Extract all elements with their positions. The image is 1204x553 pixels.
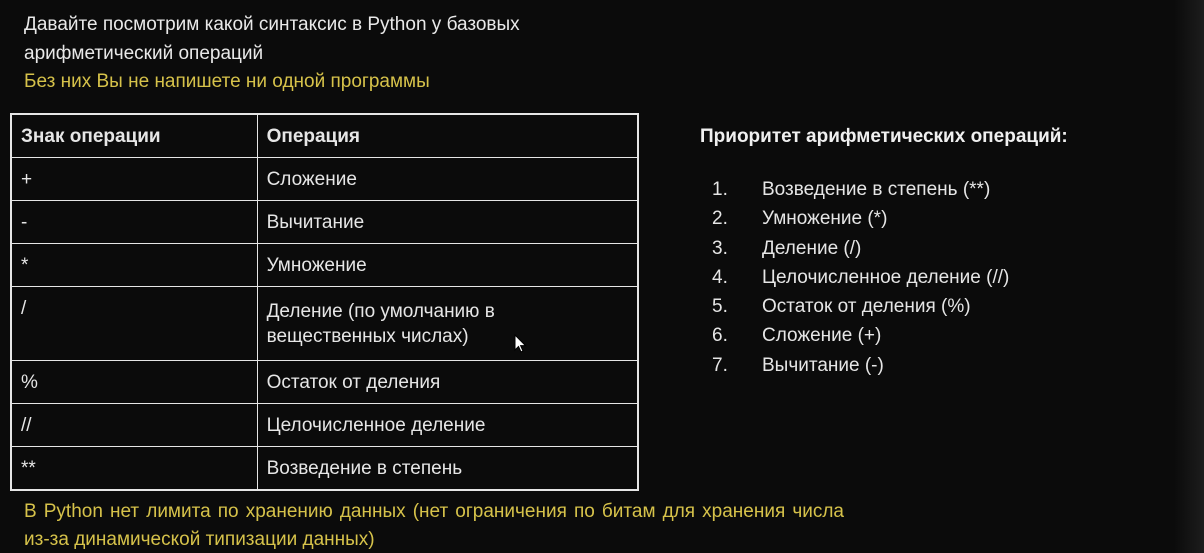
list-item-number: 2. — [712, 208, 728, 230]
list-item-label: Вычитание (-) — [762, 354, 884, 376]
mouse-pointer-icon — [514, 334, 527, 353]
operations-table: Знак операции Операция + Сложение - Вычи… — [10, 113, 639, 491]
list-item-number: 3. — [712, 237, 728, 259]
table-cell-sign: + — [10, 157, 258, 201]
list-item-number: 7. — [712, 354, 728, 376]
table-cell-sign: / — [10, 286, 258, 361]
table-row: * Умножение — [10, 243, 639, 287]
table-cell-sign: // — [10, 403, 258, 447]
list-item-label: Целочисленное деление (//) — [762, 266, 1010, 288]
list-item-number: 4. — [712, 266, 728, 288]
list-item: 2. Умножение (*) — [712, 204, 1009, 233]
list-item: 6. Сложение (+) — [712, 321, 1009, 350]
edge-shade — [1174, 0, 1204, 553]
table-row: % Остаток от деления — [10, 360, 639, 404]
table-cell-operation: Возведение в степень — [256, 446, 639, 491]
list-item-number: 5. — [712, 296, 728, 318]
table-cell-operation: Сложение — [256, 157, 639, 201]
list-item-label: Умножение (*) — [762, 208, 888, 230]
table-cell-sign: * — [10, 243, 258, 287]
slide: Давайте посмотрим какой синтаксис в Pyth… — [0, 0, 1204, 553]
footer-note: В Python нет лимита по хранению данных (… — [24, 501, 844, 550]
table-header-operation: Операция — [256, 113, 639, 158]
table-cell-operation: Целочисленное деление — [256, 403, 639, 447]
list-item-number: 6. — [712, 325, 728, 347]
table-row: - Вычитание — [10, 200, 639, 244]
table-row: ** Возведение в степень — [10, 446, 639, 491]
table-cell-operation: Умножение — [256, 243, 639, 287]
slide-title: Давайте посмотрим какой синтаксис в Pyth… — [24, 14, 520, 64]
list-item: 3. Деление (/) — [712, 234, 1009, 263]
list-item-number: 1. — [712, 179, 728, 200]
table-cell-operation: Деление (по умолчанию в вещественных чис… — [256, 286, 639, 361]
list-item-label: Сложение (+) — [762, 325, 882, 347]
priority-list: 1. Возведение в степень (**) 2. Умножение … — [712, 175, 1009, 380]
table-cell-operation: Остаток от деления — [256, 360, 639, 404]
table-cell-sign: % — [10, 360, 258, 404]
list-item-label: Деление (/) — [762, 237, 862, 259]
list-item: 5. Остаток от деления (%) — [712, 292, 1009, 321]
list-item-label: Возведение в степень (**) — [762, 179, 991, 200]
table-header-row: Знак операции Операция — [10, 113, 639, 158]
list-item: 4. Целочисленное деление (//) — [712, 263, 1009, 292]
table-cell-operation: Вычитание — [256, 200, 639, 244]
list-item: 1. Возведение в степень (**) — [712, 175, 1009, 204]
list-item-label: Остаток от деления (%) — [762, 296, 971, 318]
table-cell-sign: ** — [10, 446, 258, 491]
table-row: / Деление (по умолчанию в вещественных ч… — [10, 286, 639, 361]
table-header-sign: Знак операции — [10, 113, 258, 158]
slide-subtitle: Без них Вы не напишете ни одной программ… — [24, 71, 430, 92]
priority-heading: Приоритет арифметических операций: — [700, 126, 1068, 147]
list-item: 7. Вычитание (-) — [712, 351, 1009, 380]
table-row: // Целочисленное деление — [10, 403, 639, 447]
table-cell-sign: - — [10, 200, 258, 244]
table-row: + Сложение — [10, 157, 639, 201]
